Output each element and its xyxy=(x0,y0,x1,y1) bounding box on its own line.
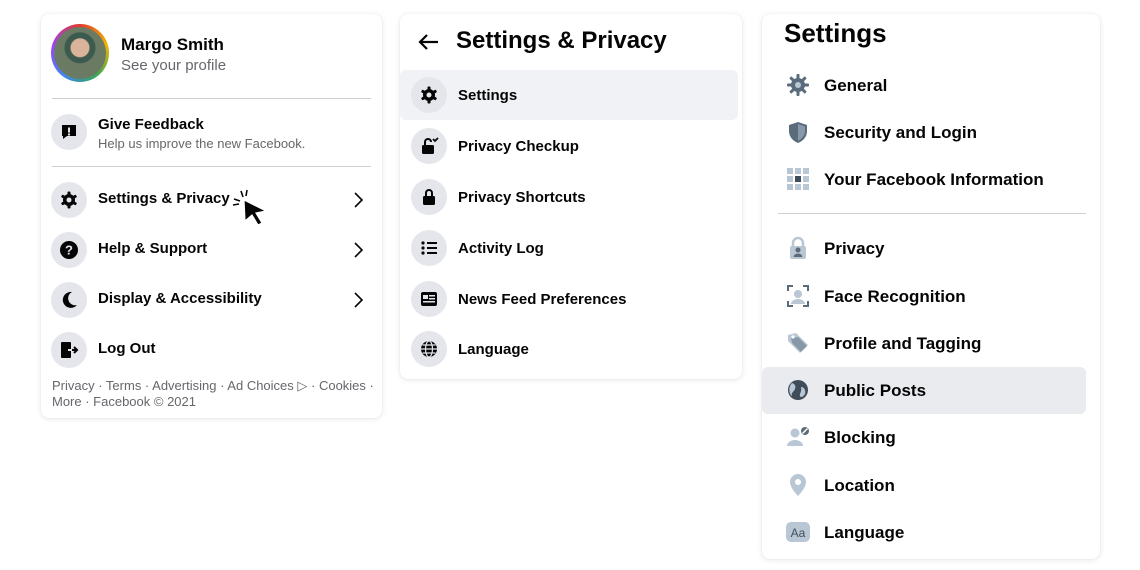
settings-item-language[interactable]: Aa Language xyxy=(762,509,1086,556)
account-menu-panel: Margo Smith See your profile Give Feedba… xyxy=(41,14,382,418)
settings-item-security-login[interactable]: Security and Login xyxy=(762,109,1086,156)
shield-icon xyxy=(789,122,807,143)
settings-item-profile-tagging[interactable]: Profile and Tagging xyxy=(762,320,1086,367)
settings-panel: Settings General Security and Login Your… xyxy=(762,14,1100,559)
menu-item-settings-privacy[interactable]: Settings & Privacy xyxy=(51,178,372,222)
menu-item-label: Activity Log xyxy=(458,240,544,257)
avatar[interactable] xyxy=(51,24,109,82)
menu-item-label: Help & Support xyxy=(98,240,208,257)
svg-text:?: ? xyxy=(65,243,73,258)
moon-icon xyxy=(51,282,87,318)
settings-item-label: Privacy xyxy=(824,239,885,258)
back-arrow-icon[interactable] xyxy=(418,31,440,53)
menu-item-display-accessibility[interactable]: Display & Accessibility xyxy=(51,278,372,322)
chevron-right-icon xyxy=(354,242,364,258)
settings-item-label: Location xyxy=(824,476,895,495)
menu-item-privacy-checkup[interactable]: Privacy Checkup xyxy=(400,121,738,171)
menu-item-language[interactable]: Language xyxy=(400,324,738,374)
give-feedback-item[interactable]: Give Feedback Help us improve the new Fa… xyxy=(51,110,372,154)
privacy-lock-icon xyxy=(790,236,806,259)
menu-item-label: Settings & Privacy xyxy=(98,190,230,207)
gear-icon xyxy=(51,182,87,218)
block-user-icon xyxy=(787,427,809,446)
grid-icon xyxy=(787,168,809,190)
footer-links[interactable]: Privacy · Terms · Advertising · Ad Choic… xyxy=(52,378,377,410)
profile-name: Margo Smith xyxy=(121,35,224,54)
settings-item-label: Profile and Tagging xyxy=(824,334,982,353)
gear-icon xyxy=(411,77,447,113)
settings-item-public-posts[interactable]: Public Posts xyxy=(762,367,1086,414)
lock-icon xyxy=(411,179,447,215)
settings-item-label: General xyxy=(824,76,888,95)
feed-icon xyxy=(411,281,447,317)
menu-item-label: News Feed Preferences xyxy=(458,291,627,308)
menu-item-news-feed-preferences[interactable]: News Feed Preferences xyxy=(400,274,738,324)
tag-icon xyxy=(788,333,808,353)
feedback-subtitle: Help us improve the new Facebook. xyxy=(98,136,306,151)
panel-header: Settings & Privacy xyxy=(400,14,742,70)
divider xyxy=(52,98,371,99)
menu-item-log-out[interactable]: Log Out xyxy=(51,328,372,372)
settings-item-label: Language xyxy=(824,523,905,542)
menu-item-help-support[interactable]: ? Help & Support xyxy=(51,228,372,272)
settings-item-label: Face Recognition xyxy=(824,287,966,306)
divider xyxy=(778,213,1086,214)
settings-item-label: Your Facebook Information xyxy=(824,170,1044,189)
svg-text:Aa: Aa xyxy=(791,526,806,540)
menu-item-settings[interactable]: Settings xyxy=(400,70,738,120)
language-icon: Aa xyxy=(786,522,810,542)
settings-item-face-recognition[interactable]: Face Recognition xyxy=(762,273,1086,320)
menu-item-label: Privacy Checkup xyxy=(458,138,579,155)
settings-item-label: Blocking xyxy=(824,428,896,447)
menu-item-label: Log Out xyxy=(98,340,156,357)
page-title: Settings & Privacy xyxy=(456,27,667,54)
settings-item-facebook-information[interactable]: Your Facebook Information xyxy=(762,156,1086,203)
settings-item-label: Security and Login xyxy=(824,123,978,142)
chevron-right-icon xyxy=(354,292,364,308)
question-icon: ? xyxy=(51,232,87,268)
settings-item-general[interactable]: General xyxy=(762,62,1086,109)
page-title: Settings xyxy=(784,18,887,48)
menu-item-label: Settings xyxy=(458,87,518,104)
menu-item-label: Display & Accessibility xyxy=(98,290,262,307)
divider xyxy=(52,166,371,167)
mouse-cursor-icon xyxy=(232,189,268,226)
menu-item-activity-log[interactable]: Activity Log xyxy=(400,223,738,273)
menu-item-label: Privacy Shortcuts xyxy=(458,189,586,206)
settings-item-label: Public Posts xyxy=(824,381,927,400)
menu-item-privacy-shortcuts[interactable]: Privacy Shortcuts xyxy=(400,172,738,222)
feedback-icon xyxy=(51,114,87,150)
feedback-title: Give Feedback xyxy=(98,116,204,133)
globe-icon xyxy=(788,380,808,400)
logout-icon xyxy=(51,332,87,368)
location-pin-icon xyxy=(790,474,806,496)
face-icon xyxy=(787,285,809,307)
settings-item-privacy[interactable]: Privacy xyxy=(762,225,1086,272)
chevron-right-icon xyxy=(354,192,364,208)
gear-icon xyxy=(787,74,809,96)
profile-row[interactable]: Margo Smith See your profile xyxy=(51,24,372,84)
profile-subtitle: See your profile xyxy=(121,57,227,74)
settings-item-blocking[interactable]: Blocking xyxy=(762,414,1086,461)
globe-icon xyxy=(411,331,447,367)
settings-privacy-panel: Settings & Privacy Settings Privacy Chec… xyxy=(400,14,742,379)
settings-item-location[interactable]: Location xyxy=(762,462,1086,509)
list-icon xyxy=(411,230,447,266)
lock-check-icon xyxy=(411,128,447,164)
menu-item-label: Language xyxy=(458,341,529,358)
